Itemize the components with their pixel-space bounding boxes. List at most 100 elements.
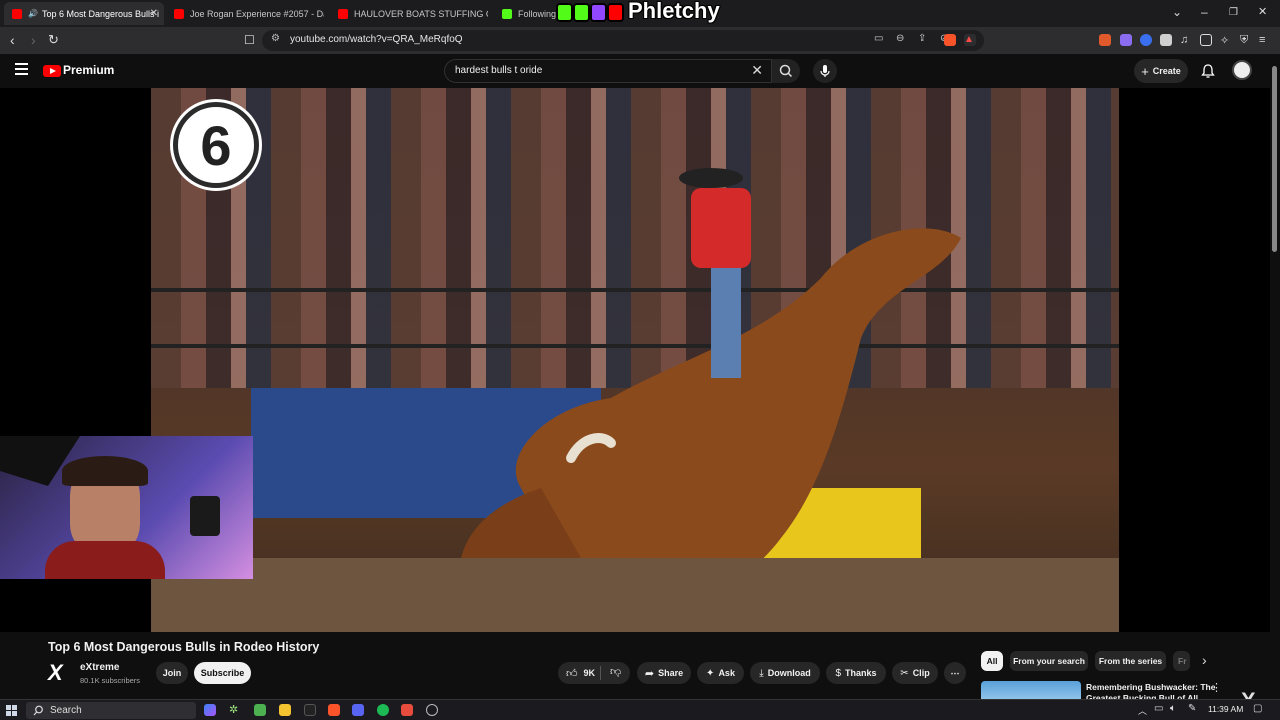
music-icon[interactable]: ♫ [1180, 34, 1192, 46]
minimize-icon[interactable]: – [1201, 5, 1208, 19]
obs-icon[interactable] [426, 704, 438, 716]
extension-icon[interactable] [1140, 34, 1152, 46]
volume-icon[interactable]: 🔈︎ [1170, 703, 1176, 714]
site-info-icon[interactable]: ⚙ [271, 33, 280, 44]
subscribe-button[interactable]: Subscribe [194, 662, 251, 684]
streamer-shirt [45, 541, 165, 579]
extension-icon[interactable] [1099, 34, 1111, 46]
dislike-icon[interactable]: 👎︎ [610, 665, 621, 678]
like-count[interactable]: 9K [584, 668, 596, 678]
taskbar-search[interactable]: Search [26, 702, 196, 719]
video-frame[interactable]: gler [151, 88, 1119, 632]
tray-chevron-icon[interactable]: ︿ [1138, 704, 1147, 717]
share-button[interactable]: ➦ Share [637, 662, 691, 684]
chip-from-your-search[interactable]: From your search [1010, 651, 1088, 671]
close-window-icon[interactable]: ✕ [1258, 5, 1267, 18]
zoom-icon[interactable]: ⊖ [896, 33, 904, 44]
browser-tab[interactable]: HAULOVER BOATS STUFFING COMPI [330, 2, 488, 25]
file-explorer-icon[interactable] [279, 704, 291, 716]
overlay-name: Phletchy [628, 0, 720, 23]
page-scrollbar[interactable] [1270, 60, 1280, 700]
browser-tab-active[interactable]: 🔊 Top 6 Most Dangerous Bulls i ✕ [4, 2, 164, 25]
browser-toolbar: ‹ › ↻ ☐ ⚙ youtube.com/watch?v=QRA_MeRqfo… [0, 27, 1280, 54]
chips-next-icon[interactable]: › [1202, 652, 1207, 668]
create-label: Create [1152, 66, 1181, 76]
search-input[interactable]: hardest bulls t oride ✕ [444, 59, 772, 83]
app-icon[interactable] [254, 704, 266, 716]
discord-icon[interactable] [352, 704, 364, 716]
bucking-bull-illustration [461, 168, 961, 609]
back-icon[interactable]: ‹ [10, 32, 15, 48]
join-button[interactable]: Join [156, 662, 188, 684]
search-icon [33, 705, 43, 716]
chip-more[interactable]: Fr [1173, 651, 1190, 671]
widgets-icon[interactable]: ✲ [229, 703, 241, 716]
app-icon[interactable] [401, 704, 413, 716]
extension-icon[interactable] [1160, 34, 1172, 46]
menu-icon[interactable]: ≡ [1259, 34, 1271, 46]
video-title: Top 6 Most Dangerous Bulls in Rodeo Hist… [48, 640, 320, 654]
share-page-icon[interactable]: ⇪ [918, 33, 926, 44]
streamer-hair [62, 456, 148, 486]
address-bar[interactable]: ⚙ youtube.com/watch?v=QRA_MeRqfoQ ▭ ⊖ ⇪ … [262, 30, 984, 51]
channel-name[interactable]: eXtreme [80, 662, 119, 673]
vpn-icon[interactable]: ⛨ [1240, 34, 1252, 46]
windows-start-icon[interactable] [6, 705, 17, 716]
maximize-icon[interactable]: ❐ [1229, 7, 1238, 18]
scrollbar-thumb[interactable] [1272, 66, 1277, 252]
thanks-icon: $ [835, 667, 842, 679]
scissors-icon: ✂ [900, 667, 909, 679]
leo-ai-icon[interactable]: ✧ [1220, 34, 1232, 47]
copilot-icon[interactable] [204, 704, 216, 716]
terminal-icon[interactable] [304, 704, 316, 716]
browser-tab[interactable]: Following [494, 2, 556, 25]
notifications-bell-icon[interactable] [1200, 63, 1216, 79]
youtube-favicon-icon [12, 8, 22, 19]
plus-icon: + [1141, 63, 1149, 79]
chip-all[interactable]: All [981, 651, 1003, 671]
reload-icon[interactable]: ↻ [48, 32, 59, 48]
cast-icon[interactable]: ▭ [874, 33, 883, 44]
recommendation-thumbnail[interactable] [981, 681, 1081, 699]
divider [600, 666, 601, 680]
brave-rewards-icon[interactable]: ▲ [964, 34, 976, 46]
close-tab-icon[interactable]: ✕ [150, 8, 158, 19]
taskbar-search-label: Search [50, 705, 82, 716]
channel-avatar[interactable]: X [48, 661, 72, 685]
like-dislike-group: 👍︎ 9K 👎︎ [558, 662, 630, 684]
more-actions-button[interactable]: ⋯ [944, 662, 966, 684]
hamburger-menu-icon[interactable] [15, 63, 28, 75]
brave-browser-icon[interactable] [328, 704, 340, 716]
sidebar-icon[interactable] [1200, 34, 1212, 46]
download-button[interactable]: ⤓ Download [750, 662, 820, 684]
share-icon: ➦ [644, 667, 655, 680]
forward-icon[interactable]: › [31, 32, 36, 48]
rank-number: 6 [200, 113, 232, 177]
taskbar-clock[interactable]: 11:39 AM [1208, 704, 1243, 714]
network-icon[interactable]: ▭ [1154, 703, 1163, 714]
clear-search-icon[interactable]: ✕ [751, 62, 763, 79]
tab-search-chevron-icon[interactable]: ⌄ [1172, 5, 1182, 19]
create-button[interactable]: + Create [1134, 59, 1188, 83]
clip-button[interactable]: ✂ Clip [892, 662, 938, 684]
kick-logo-icon [556, 3, 573, 22]
youtube-logo-icon[interactable] [43, 65, 61, 77]
notifications-icon[interactable]: ▢ [1253, 703, 1262, 714]
speaker-icon: 🔊 [28, 9, 38, 18]
bookmark-icon[interactable]: ☐ [244, 33, 255, 47]
pen-icon[interactable]: ✎ [1188, 703, 1196, 714]
chip-from-the-series[interactable]: From the series [1095, 651, 1166, 671]
thanks-button[interactable]: $ Thanks [826, 662, 886, 684]
extension-icon[interactable] [1120, 34, 1132, 46]
spotify-icon[interactable] [377, 704, 389, 716]
like-icon[interactable]: 👍︎ [566, 667, 578, 680]
youtube-premium-label[interactable]: Premium [63, 63, 114, 77]
browser-tab[interactable]: Joe Rogan Experience #2057 - Dale E [166, 2, 324, 25]
voice-search-button[interactable] [813, 59, 837, 83]
account-avatar[interactable] [1232, 60, 1252, 80]
recommendation-menu-icon[interactable]: ⋮ [1211, 681, 1222, 694]
brave-shields-icon[interactable] [944, 34, 956, 46]
search-button[interactable] [772, 59, 800, 83]
sparkle-icon: ✦ [706, 667, 715, 679]
ask-button[interactable]: ✦ Ask [697, 662, 744, 684]
